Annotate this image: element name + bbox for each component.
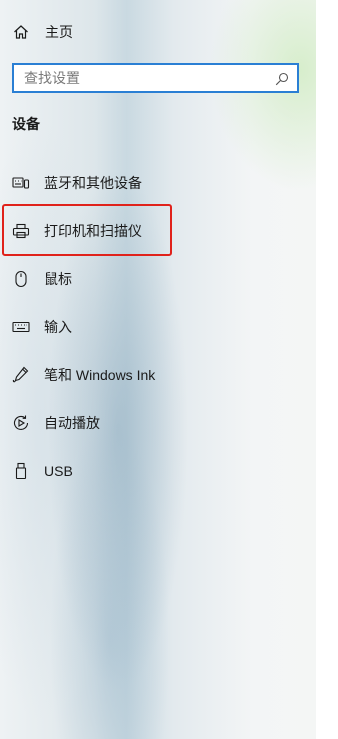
search-icon[interactable] [273,70,291,88]
nav-home[interactable]: 主页 [12,20,73,44]
mouse-icon [12,270,30,288]
nav-item-typing[interactable]: 输入 [12,315,72,339]
search-input[interactable] [14,65,274,91]
nav-item-label: 鼠标 [44,271,72,287]
right-blank-area [316,0,338,739]
section-title: 设备 [12,116,40,132]
nav-item-autoplay[interactable]: 自动播放 [12,411,100,435]
nav-item-label: 输入 [44,319,72,335]
settings-nav-pane: 主页 设备 蓝牙和其他设备 [0,0,316,739]
nav-item-label: 笔和 Windows Ink [44,367,156,383]
nav-item-label: USB [44,463,73,479]
printer-icon [12,222,30,240]
autoplay-icon [12,414,30,432]
home-label: 主页 [45,24,73,40]
pen-icon [12,366,30,384]
nav-item-label: 自动播放 [44,415,100,431]
nav-item-pen-ink[interactable]: 笔和 Windows Ink [12,363,155,387]
usb-icon [12,462,30,480]
nav-item-label: 打印机和扫描仪 [44,223,142,239]
nav-item-usb[interactable]: USB [12,459,73,483]
nav-item-mouse[interactable]: 鼠标 [12,267,72,291]
nav-item-bluetooth-devices[interactable]: 蓝牙和其他设备 [12,171,142,195]
nav-item-label: 蓝牙和其他设备 [44,175,142,191]
nav-item-printers-scanners[interactable]: 打印机和扫描仪 [12,219,142,243]
keyboard-icon [12,318,30,336]
bluetooth-devices-icon [12,174,30,192]
search-box[interactable] [12,63,299,93]
home-icon [12,23,30,41]
